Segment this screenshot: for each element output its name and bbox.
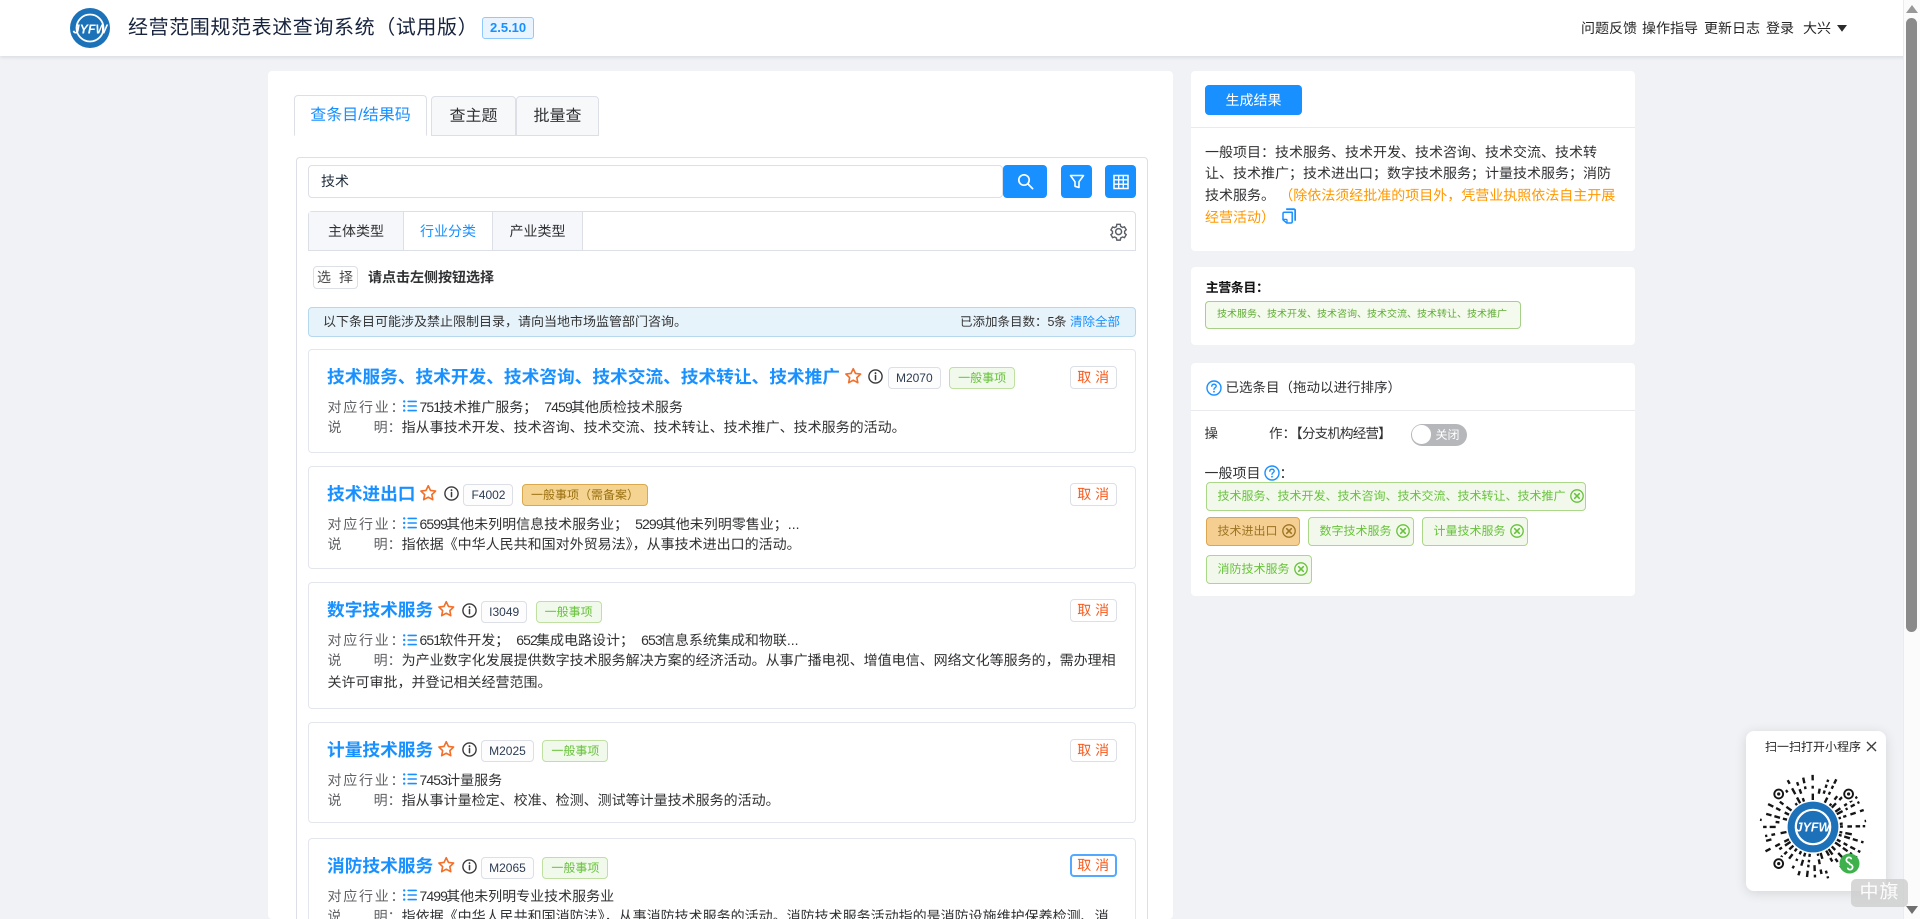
svg-text:JYFW: JYFW — [73, 23, 109, 37]
svg-text:JYFW: JYFW — [1796, 821, 1832, 835]
